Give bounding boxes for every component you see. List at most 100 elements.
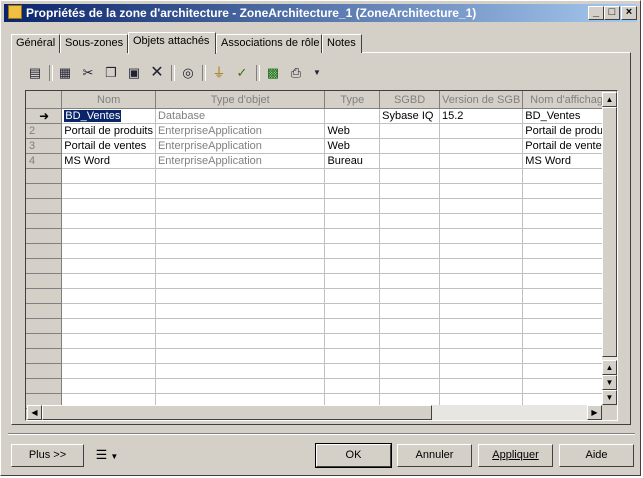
empty-row[interactable] bbox=[26, 318, 617, 334]
cell-sgbd[interactable]: Sybase IQ bbox=[379, 108, 441, 124]
column-header-type[interactable]: Type bbox=[324, 91, 381, 109]
row-header[interactable] bbox=[26, 333, 63, 349]
empty-cell[interactable] bbox=[439, 273, 524, 289]
empty-cell[interactable] bbox=[324, 333, 381, 349]
empty-cell[interactable] bbox=[439, 243, 524, 259]
tab-general[interactable]: Général bbox=[11, 34, 60, 53]
clear-filter-icon[interactable]: ✓ bbox=[232, 63, 252, 83]
empty-cell[interactable] bbox=[61, 333, 156, 349]
attached-objects-grid[interactable]: Nom Type d'objet Type SGBD Version de SG… bbox=[25, 90, 618, 421]
empty-cell[interactable] bbox=[439, 318, 524, 334]
empty-cell[interactable] bbox=[324, 198, 381, 214]
empty-row[interactable] bbox=[26, 273, 617, 289]
cell-type[interactable]: Web bbox=[324, 123, 381, 139]
empty-cell[interactable] bbox=[439, 228, 524, 244]
vertical-scroll-thumb[interactable] bbox=[602, 107, 617, 357]
table-row[interactable]: 3 Portail de ventes EnterpriseApplicatio… bbox=[26, 138, 617, 154]
empty-cell[interactable] bbox=[439, 168, 524, 184]
empty-cell[interactable] bbox=[379, 258, 441, 274]
cell-name[interactable]: MS Word bbox=[61, 153, 156, 169]
cell-type[interactable] bbox=[324, 108, 381, 124]
empty-cell[interactable] bbox=[379, 168, 441, 184]
empty-row[interactable] bbox=[26, 228, 617, 244]
cancel-button[interactable]: Annuler bbox=[397, 444, 472, 467]
tab-notes[interactable]: Notes bbox=[322, 34, 362, 53]
empty-cell[interactable] bbox=[379, 333, 441, 349]
row-header[interactable] bbox=[26, 258, 63, 274]
row-header[interactable] bbox=[26, 168, 63, 184]
delete-icon[interactable]: ✕ bbox=[147, 63, 167, 83]
cell-object-type[interactable]: EnterpriseApplication bbox=[155, 123, 326, 139]
empty-cell[interactable] bbox=[324, 288, 381, 304]
cell-version[interactable]: 15.2 bbox=[439, 108, 524, 124]
current-row-arrow-icon[interactable]: ➜ bbox=[26, 108, 63, 124]
tab-sous-zones[interactable]: Sous-zones bbox=[60, 34, 128, 53]
excel-icon[interactable]: ▩ bbox=[263, 63, 283, 83]
empty-cell[interactable] bbox=[61, 318, 156, 334]
empty-cell[interactable] bbox=[439, 363, 524, 379]
row-header[interactable] bbox=[26, 273, 63, 289]
row-header[interactable] bbox=[26, 213, 63, 229]
row-header[interactable] bbox=[26, 303, 63, 319]
empty-cell[interactable] bbox=[155, 213, 326, 229]
scroll-right-icon[interactable]: ▶ bbox=[587, 405, 602, 420]
empty-cell[interactable] bbox=[324, 303, 381, 319]
empty-row[interactable] bbox=[26, 183, 617, 199]
empty-cell[interactable] bbox=[379, 288, 441, 304]
empty-cell[interactable] bbox=[155, 288, 326, 304]
filter-icon[interactable]: ⏚ bbox=[209, 63, 229, 83]
cell-version[interactable] bbox=[439, 123, 524, 139]
cell-sgbd[interactable] bbox=[379, 123, 441, 139]
empty-cell[interactable] bbox=[379, 183, 441, 199]
properties-icon[interactable]: ▤ bbox=[25, 63, 45, 83]
cell-object-type[interactable]: Database bbox=[155, 108, 326, 124]
empty-cell[interactable] bbox=[61, 273, 156, 289]
empty-cell[interactable] bbox=[324, 168, 381, 184]
empty-cell[interactable] bbox=[439, 348, 524, 364]
empty-cell[interactable] bbox=[324, 348, 381, 364]
empty-row[interactable] bbox=[26, 288, 617, 304]
scroll-down-icon[interactable]: ▼ bbox=[602, 390, 617, 405]
cell-sgbd[interactable] bbox=[379, 138, 441, 154]
empty-cell[interactable] bbox=[61, 183, 156, 199]
cell-sgbd[interactable] bbox=[379, 153, 441, 169]
table-row[interactable]: 4 MS Word EnterpriseApplication Bureau M… bbox=[26, 153, 617, 169]
column-header-sgbd[interactable]: SGBD bbox=[379, 91, 441, 109]
cell-object-type[interactable]: EnterpriseApplication bbox=[155, 153, 326, 169]
help-button[interactable]: Aide bbox=[559, 444, 634, 467]
dropdown-icon[interactable]: ▼ bbox=[307, 63, 327, 83]
empty-cell[interactable] bbox=[61, 288, 156, 304]
empty-cell[interactable] bbox=[155, 333, 326, 349]
empty-cell[interactable] bbox=[61, 228, 156, 244]
empty-cell[interactable] bbox=[61, 213, 156, 229]
empty-cell[interactable] bbox=[324, 183, 381, 199]
empty-cell[interactable] bbox=[379, 228, 441, 244]
scroll-up-icon[interactable]: ▲ bbox=[602, 360, 617, 375]
row-header[interactable] bbox=[26, 183, 63, 199]
empty-row[interactable] bbox=[26, 258, 617, 274]
empty-row[interactable] bbox=[26, 348, 617, 364]
copy-icon[interactable]: ❐ bbox=[101, 63, 121, 83]
empty-cell[interactable] bbox=[61, 198, 156, 214]
empty-cell[interactable] bbox=[155, 363, 326, 379]
empty-cell[interactable] bbox=[61, 303, 156, 319]
row-header[interactable] bbox=[26, 318, 63, 334]
empty-cell[interactable] bbox=[439, 258, 524, 274]
empty-cell[interactable] bbox=[155, 228, 326, 244]
empty-row[interactable] bbox=[26, 333, 617, 349]
empty-row[interactable] bbox=[26, 303, 617, 319]
empty-cell[interactable] bbox=[439, 378, 524, 394]
column-header-version-sgbd[interactable]: Version de SGB bbox=[439, 91, 524, 109]
empty-cell[interactable] bbox=[324, 318, 381, 334]
empty-cell[interactable] bbox=[155, 378, 326, 394]
empty-cell[interactable] bbox=[155, 273, 326, 289]
empty-cell[interactable] bbox=[379, 303, 441, 319]
empty-row[interactable] bbox=[26, 363, 617, 379]
scroll-down-icon[interactable]: ▼ bbox=[602, 375, 617, 390]
empty-row[interactable] bbox=[26, 243, 617, 259]
empty-cell[interactable] bbox=[61, 378, 156, 394]
print-icon[interactable]: ⎙ bbox=[286, 63, 306, 83]
row-header[interactable] bbox=[26, 363, 63, 379]
empty-cell[interactable] bbox=[379, 363, 441, 379]
row-header[interactable] bbox=[26, 378, 63, 394]
